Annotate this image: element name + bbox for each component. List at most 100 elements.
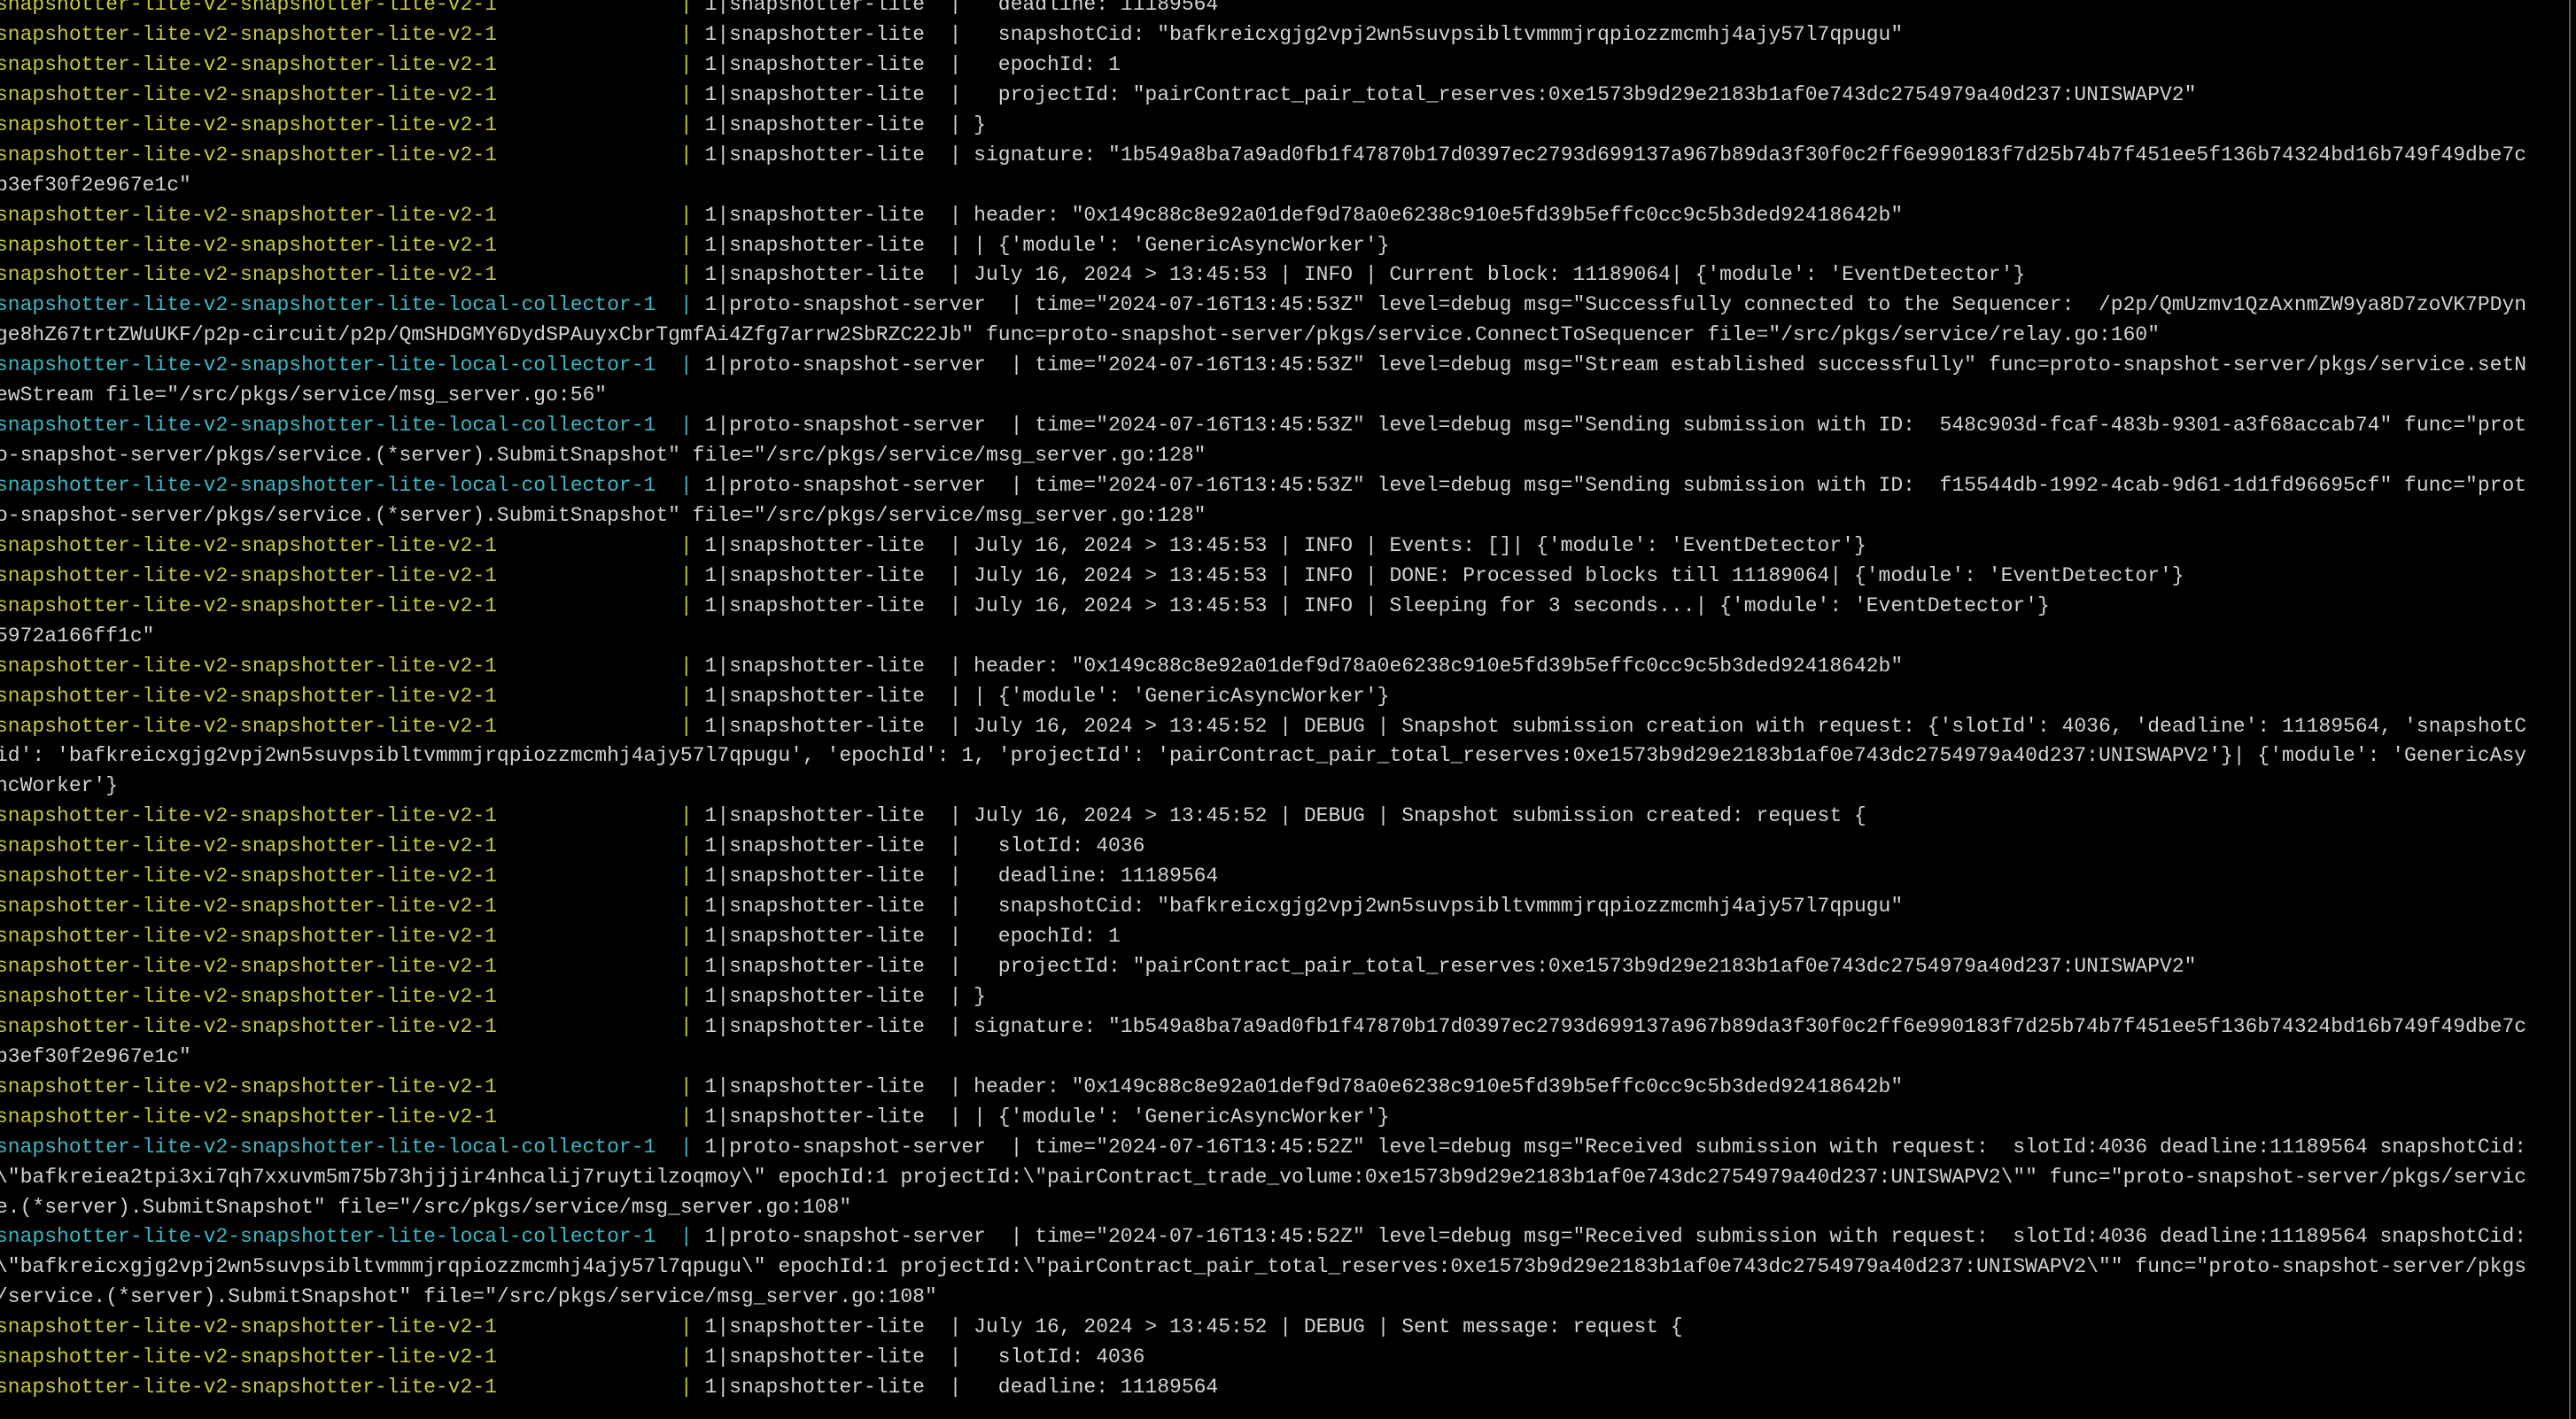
log-text: b3ef30f2e967e1c" [0, 173, 191, 197]
log-line: snapshotter-lite-v2-snapshotter-lite-v2-… [0, 652, 2567, 682]
log-line-continuation: o-snapshot-server/pkgs/service.(*server)… [0, 441, 2567, 471]
log-text: 1|snapshotter-lite | signature: "1b549a8… [704, 1014, 2527, 1038]
log-line: snapshotter-lite-v2-snapshotter-lite-v2-… [0, 682, 2567, 712]
log-text: 1|proto-snapshot-server | time="2024-07-… [704, 1225, 2527, 1249]
log-line-continuation: ewStream file="/src/pkgs/service/msg_ser… [0, 381, 2567, 411]
service-name: snapshotter-lite-v2-snapshotter-lite-v2-… [0, 112, 497, 136]
log-text: /service.(*server).SubmitSnapshot" file=… [0, 1285, 937, 1309]
service-name: snapshotter-lite-v2-snapshotter-lite-v2-… [0, 865, 497, 888]
service-name: snapshotter-lite-v2-snapshotter-lite-loc… [0, 1135, 656, 1159]
log-text: 1|snapshotter-lite | signature: "1b549a8… [704, 143, 2527, 167]
log-line: snapshotter-lite-v2-snapshotter-lite-v2-… [0, 922, 2567, 952]
service-name: snapshotter-lite-v2-snapshotter-lite-v2-… [0, 143, 497, 167]
service-name: snapshotter-lite-v2-snapshotter-lite-v2-… [0, 563, 497, 587]
log-text: 1|proto-snapshot-server | time="2024-07-… [704, 474, 2527, 497]
log-line: snapshotter-lite-v2-snapshotter-lite-v2-… [0, 592, 2567, 622]
log-text: ge8hZ67trtZWuUKF/p2p-circuit/p2p/QmSHDGM… [0, 323, 2160, 347]
service-separator: | [679, 52, 705, 76]
scrollbar[interactable] [2569, 0, 2571, 1419]
log-line: snapshotter-lite-v2-snapshotter-lite-v2-… [0, 802, 2567, 832]
service-name: snapshotter-lite-v2-snapshotter-lite-v2-… [0, 82, 497, 106]
service-separator: | [679, 353, 705, 377]
log-text: 1|snapshotter-lite | } [704, 112, 986, 136]
service-separator: | [679, 112, 705, 136]
service-name: snapshotter-lite-v2-snapshotter-lite-loc… [0, 293, 656, 317]
log-line: snapshotter-lite-v2-snapshotter-lite-v2-… [0, 982, 2567, 1012]
service-name: snapshotter-lite-v2-snapshotter-lite-loc… [0, 1225, 656, 1249]
log-text: 1|snapshotter-lite | July 16, 2024 > 13:… [704, 563, 2184, 587]
log-text: 1|snapshotter-lite | header: "0x149c88c8… [704, 654, 1904, 678]
log-text: 1|snapshotter-lite | } [704, 984, 986, 1008]
log-text: 1|snapshotter-lite | | {'module': 'Gener… [704, 684, 1390, 708]
log-text: e.(*server).SubmitSnapshot" file="/src/p… [0, 1195, 852, 1219]
service-separator: | [679, 1074, 705, 1098]
service-separator: | [679, 865, 705, 888]
service-name: snapshotter-lite-v2-snapshotter-lite-v2-… [0, 1105, 497, 1128]
service-name: snapshotter-lite-v2-snapshotter-lite-v2-… [0, 984, 497, 1008]
service-name: snapshotter-lite-v2-snapshotter-lite-v2-… [0, 593, 497, 617]
service-separator: | [679, 1376, 705, 1400]
service-separator: | [679, 82, 705, 106]
service-name: snapshotter-lite-v2-snapshotter-lite-v2-… [0, 203, 497, 227]
service-separator: | [679, 563, 705, 587]
service-separator: | [679, 0, 705, 16]
log-line: snapshotter-lite-v2-snapshotter-lite-v2-… [0, 1373, 2567, 1403]
service-name: snapshotter-lite-v2-snapshotter-lite-v2-… [0, 834, 497, 858]
service-separator: | [679, 654, 705, 678]
log-text: id': 'bafkreicxgjg2vpj2wn5suvpsibltvmmmj… [0, 744, 2527, 768]
log-line-continuation: /service.(*server).SubmitSnapshot" file=… [0, 1283, 2567, 1313]
log-text: 1|snapshotter-lite | header: "0x149c88c8… [704, 203, 1904, 227]
log-text: 1|snapshotter-lite | July 16, 2024 > 13:… [704, 804, 1866, 828]
service-name: snapshotter-lite-v2-snapshotter-lite-loc… [0, 414, 656, 438]
service-separator: | [679, 1135, 705, 1159]
log-text: \"bafkreicxgjg2vpj2wn5suvpsibltvmmmjrqpi… [0, 1255, 2527, 1279]
log-text: 1|snapshotter-lite | July 16, 2024 > 13:… [704, 714, 2527, 738]
log-line-continuation: 5972a166ff1c" [0, 622, 2567, 652]
log-text: 1|snapshotter-lite | epochId: 1 [704, 925, 1121, 949]
log-text: 1|snapshotter-lite | snapshotCid: "bafkr… [704, 22, 1904, 46]
service-name: snapshotter-lite-v2-snapshotter-lite-v2-… [0, 233, 497, 257]
service-name: snapshotter-lite-v2-snapshotter-lite-v2-… [0, 955, 497, 978]
log-line: snapshotter-lite-v2-snapshotter-lite-v2-… [0, 231, 2567, 261]
terminal-output[interactable]: snapshotter-lite-v2-snapshotter-lite-v2-… [0, 0, 2567, 1403]
log-text: 1|snapshotter-lite | July 16, 2024 > 13:… [704, 263, 2026, 287]
log-line: snapshotter-lite-v2-snapshotter-lite-loc… [0, 1222, 2567, 1252]
log-line: snapshotter-lite-v2-snapshotter-lite-v2-… [0, 111, 2567, 141]
log-line: snapshotter-lite-v2-snapshotter-lite-v2-… [0, 862, 2567, 892]
service-separator: | [679, 233, 705, 257]
log-text: 1|proto-snapshot-server | time="2024-07-… [704, 1135, 2527, 1159]
log-line: snapshotter-lite-v2-snapshotter-lite-v2-… [0, 20, 2567, 50]
service-name: snapshotter-lite-v2-snapshotter-lite-v2-… [0, 1376, 497, 1400]
log-line: snapshotter-lite-v2-snapshotter-lite-v2-… [0, 1073, 2567, 1103]
service-name: snapshotter-lite-v2-snapshotter-lite-v2-… [0, 1074, 497, 1098]
log-text: b3ef30f2e967e1c" [0, 1044, 191, 1068]
service-separator: | [679, 714, 705, 738]
log-line-continuation: id': 'bafkreicxgjg2vpj2wn5suvpsibltvmmmj… [0, 741, 2567, 772]
log-text: 1|proto-snapshot-server | time="2024-07-… [704, 293, 2527, 317]
log-line: snapshotter-lite-v2-snapshotter-lite-v2-… [0, 832, 2567, 862]
service-separator: | [679, 955, 705, 978]
service-name: snapshotter-lite-v2-snapshotter-lite-loc… [0, 474, 656, 497]
service-separator: | [679, 22, 705, 46]
log-text: 1|snapshotter-lite | slotId: 4036 [704, 1345, 1145, 1369]
service-separator: | [679, 804, 705, 828]
log-line: snapshotter-lite-v2-snapshotter-lite-v2-… [0, 141, 2567, 171]
log-line: snapshotter-lite-v2-snapshotter-lite-v2-… [0, 201, 2567, 231]
service-separator: | [679, 593, 705, 617]
log-text: 1|snapshotter-lite | deadline: 11189564 [704, 865, 1219, 888]
service-separator: | [679, 474, 705, 497]
service-separator: | [679, 293, 705, 317]
service-name: snapshotter-lite-v2-snapshotter-lite-v2-… [0, 22, 497, 46]
log-line: snapshotter-lite-v2-snapshotter-lite-loc… [0, 411, 2567, 441]
service-name: snapshotter-lite-v2-snapshotter-lite-v2-… [0, 1345, 497, 1369]
service-name: snapshotter-lite-v2-snapshotter-lite-v2-… [0, 0, 497, 16]
service-name: snapshotter-lite-v2-snapshotter-lite-v2-… [0, 533, 497, 557]
service-separator: | [679, 1225, 705, 1249]
log-line: snapshotter-lite-v2-snapshotter-lite-v2-… [0, 1343, 2567, 1373]
service-separator: | [679, 684, 705, 708]
log-text: 1|snapshotter-lite | snapshotCid: "bafkr… [704, 895, 1904, 919]
service-separator: | [679, 533, 705, 557]
service-separator: | [679, 263, 705, 287]
log-line: snapshotter-lite-v2-snapshotter-lite-v2-… [0, 81, 2567, 111]
log-text: 1|snapshotter-lite | deadline: 11189564 [704, 0, 1219, 16]
